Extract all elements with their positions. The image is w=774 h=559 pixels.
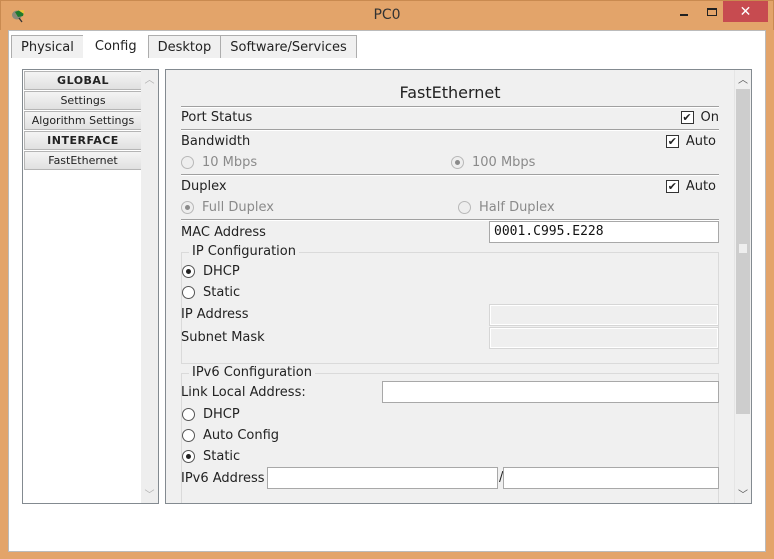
window-client: Physical Config Desktop Software/Service…	[8, 30, 766, 552]
panel-heading: FastEthernet	[399, 83, 501, 102]
divider	[181, 106, 719, 108]
link-local-address-label: Link Local Address:	[181, 385, 306, 400]
radio-label: DHCP	[203, 407, 240, 422]
tab-physical[interactable]: Physical	[11, 35, 84, 58]
ip-static-radio[interactable]: Static	[182, 285, 240, 300]
sidebar-header-interface: INTERFACE	[24, 131, 142, 150]
ipv6-address-label: IPv6 Address	[181, 471, 265, 486]
minimize-button[interactable]	[669, 1, 699, 22]
bandwidth-auto-checkbox[interactable]: ✔ Auto	[665, 134, 716, 149]
tab-software-services[interactable]: Software/Services	[220, 35, 357, 58]
window-title: PC0	[373, 7, 401, 23]
ip-dhcp-radio[interactable]: DHCP	[182, 264, 240, 279]
minimize-icon	[680, 13, 688, 16]
divider	[181, 129, 719, 131]
check-icon: ✔	[665, 180, 679, 193]
bandwidth-auto-label: Auto	[685, 134, 716, 149]
sidebar-header-global: GLOBAL	[24, 71, 142, 90]
ip-address-field[interactable]	[489, 304, 719, 326]
check-icon: ✔	[665, 135, 679, 148]
radio-label: Static	[203, 449, 241, 464]
bandwidth-10mbps-radio[interactable]: 10 Mbps	[181, 155, 257, 170]
maximize-icon	[706, 7, 717, 16]
radio-label: Full Duplex	[202, 200, 274, 215]
check-icon: ✔	[680, 111, 694, 124]
radio-label: Half Duplex	[479, 200, 555, 215]
ipv6-address-field[interactable]	[267, 467, 498, 489]
tab-desktop[interactable]: Desktop	[147, 35, 222, 58]
radio-label: 10 Mbps	[202, 155, 258, 170]
scrollbar-thumb[interactable]	[736, 89, 750, 414]
tab-bar: Physical Config Desktop Software/Service…	[11, 33, 357, 58]
ipv6-dhcp-radio[interactable]: DHCP	[182, 407, 240, 422]
subnet-mask-label: Subnet Mask	[181, 330, 265, 345]
tab-config[interactable]: Config	[82, 33, 149, 58]
ipv6-static-radio[interactable]: Static	[182, 449, 240, 464]
ipv6-prefix-length-field[interactable]	[503, 467, 719, 489]
interface-config-panel: FastEthernet Port Status ✔ On Bandwidth …	[165, 69, 752, 504]
radio-selected-icon	[182, 265, 195, 278]
panel-scrollbar[interactable]: ︿ ﹀	[734, 70, 751, 503]
ip-configuration-legend: IP Configuration	[189, 244, 299, 259]
radio-icon	[182, 429, 195, 442]
radio-selected-icon	[451, 156, 464, 169]
scrollbar-grip	[739, 244, 747, 253]
radio-selected-icon	[181, 201, 194, 214]
subnet-mask-field[interactable]	[489, 327, 719, 349]
radio-selected-icon	[182, 450, 195, 463]
close-button[interactable]: ✕	[723, 1, 768, 22]
sidebar-list: GLOBAL Settings Algorithm Settings INTER…	[24, 71, 142, 171]
chevron-up-icon[interactable]: ︿	[141, 71, 158, 86]
sidebar-item-algorithm-settings[interactable]: Algorithm Settings	[24, 111, 142, 130]
full-duplex-radio[interactable]: Full Duplex	[181, 200, 274, 215]
radio-icon	[182, 408, 195, 421]
divider	[181, 174, 719, 176]
sidebar-scrollbar[interactable]: ︿ ﹀	[141, 70, 158, 503]
radio-icon	[181, 156, 194, 169]
radio-icon	[458, 201, 471, 214]
config-sidebar: GLOBAL Settings Algorithm Settings INTER…	[22, 69, 159, 504]
sidebar-item-settings[interactable]: Settings	[24, 91, 142, 110]
chevron-down-icon[interactable]: ﹀	[141, 486, 158, 501]
radio-icon	[182, 286, 195, 299]
port-status-on-label: On	[700, 110, 719, 125]
bandwidth-label: Bandwidth	[181, 134, 251, 149]
chevron-up-icon[interactable]: ︿	[735, 71, 751, 86]
title-bar: PC0 ✕	[0, 0, 774, 30]
mac-address-label: MAC Address	[181, 225, 266, 240]
duplex-auto-label: Auto	[685, 179, 716, 194]
close-icon: ✕	[739, 3, 752, 20]
bandwidth-100mbps-radio[interactable]: 100 Mbps	[451, 155, 535, 170]
port-status-label: Port Status	[181, 110, 253, 125]
port-status-checkbox[interactable]: ✔ On	[680, 110, 719, 125]
chevron-down-icon[interactable]: ﹀	[735, 486, 751, 501]
radio-label: DHCP	[203, 264, 240, 279]
radio-label: 100 Mbps	[472, 155, 536, 170]
duplex-label: Duplex	[181, 179, 227, 194]
mac-address-field[interactable]: 0001.C995.E228	[489, 221, 719, 243]
maximize-button[interactable]	[699, 1, 724, 22]
link-local-address-field[interactable]	[382, 381, 719, 403]
ipv6-auto-config-radio[interactable]: Auto Config	[182, 428, 279, 443]
duplex-auto-checkbox[interactable]: ✔ Auto	[665, 179, 716, 194]
radio-label: Auto Config	[203, 428, 280, 443]
ipv6-configuration-legend: IPv6 Configuration	[189, 365, 315, 380]
radio-label: Static	[203, 285, 241, 300]
ip-address-label: IP Address	[181, 307, 249, 322]
half-duplex-radio[interactable]: Half Duplex	[458, 200, 555, 215]
sidebar-item-fastethernet[interactable]: FastEthernet	[24, 151, 142, 170]
